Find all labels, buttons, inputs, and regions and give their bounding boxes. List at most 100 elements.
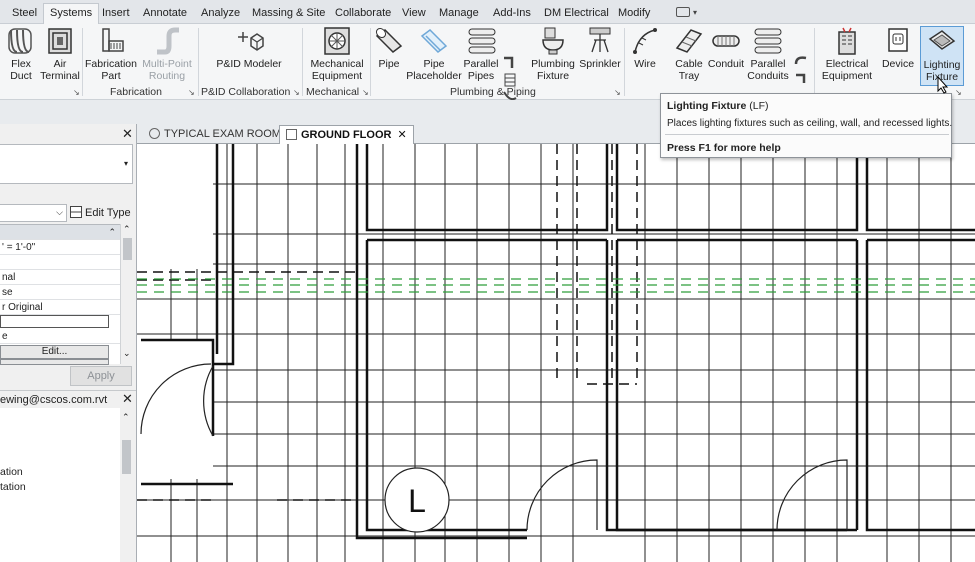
ribbon-tab-bar: Steel Systems Insert Annotate Analyze Ma…: [0, 0, 975, 25]
properties-group-header[interactable]: ⌃: [0, 225, 120, 240]
pid-dialog-launcher-icon[interactable]: ↘: [293, 88, 300, 97]
pipe-icon: [375, 27, 403, 53]
mechanical-dialog-launcher-icon[interactable]: ↘: [362, 88, 369, 97]
parallel-pipes-button[interactable]: Parallel Pipes: [462, 26, 500, 86]
type-selector[interactable]: ▾: [0, 144, 133, 184]
properties-scrollbar[interactable]: ⌃ ⌄: [120, 224, 133, 364]
scrollbar-thumb[interactable]: [123, 238, 132, 260]
wire-icon: [633, 28, 657, 54]
edit-type-label: Edit Type: [85, 207, 131, 219]
cable-tray-fitting-icon[interactable]: [793, 72, 809, 86]
multi-point-routing-button[interactable]: Multi-Point Routing: [138, 26, 196, 86]
plumbing-dialog-launcher-icon[interactable]: ↘: [614, 88, 621, 97]
parallel-conduits-icon: [754, 28, 782, 54]
edit-button-partial[interactable]: [0, 359, 109, 365]
panel-toggle-icon[interactable]: [676, 7, 690, 17]
parallel-conduits-button[interactable]: Parallel Conduits: [746, 26, 790, 86]
device-button[interactable]: Device: [878, 26, 918, 86]
property-input[interactable]: [0, 315, 109, 328]
project-browser-title: ewing@cscos.com.rvt: [0, 390, 136, 408]
properties-palette: ✕ ▾ ⌵ Edit Type ⌃ ' = 1'-0" nal se r Ori…: [0, 124, 137, 562]
pipe-placeholder-button[interactable]: Pipe Placeholder: [406, 26, 462, 86]
close-project-browser-icon[interactable]: ✕: [122, 391, 133, 407]
mechanical-equipment-button[interactable]: Mechanical Equipment: [306, 26, 368, 86]
tab-massing-site[interactable]: Massing & Site: [246, 4, 331, 24]
collapse-icon[interactable]: ⌃: [108, 225, 116, 239]
group-label-mechanical: Mechanical: [306, 86, 360, 98]
fabrication-dialog-launcher-icon[interactable]: ↘: [188, 88, 195, 97]
plumbing-fixture-icon: [542, 27, 564, 55]
conduit-fitting-icon[interactable]: [793, 54, 809, 68]
electrical-equipment-icon: [838, 27, 856, 55]
tab-annotate[interactable]: Annotate: [137, 4, 193, 24]
tree-item[interactable]: ation: [0, 466, 23, 478]
tab-systems[interactable]: Systems: [43, 3, 100, 25]
tab-manage[interactable]: Manage: [433, 4, 485, 24]
device-label: Device: [881, 58, 915, 70]
tooltip-help: Press F1 for more help: [667, 142, 781, 154]
edit-type-icon: [70, 206, 82, 218]
group-separator: [198, 28, 199, 96]
hvac-dialog-launcher-icon[interactable]: ↘: [73, 88, 80, 97]
apply-button[interactable]: Apply: [70, 366, 132, 386]
dropdown-arrow-icon[interactable]: ▾: [693, 8, 697, 17]
air-terminal-button[interactable]: Air Terminal: [38, 26, 82, 86]
property-scale[interactable]: ' = 1'-0": [0, 240, 120, 255]
properties-table: ⌃ ' = 1'-0" nal se r Original e Edit...: [0, 224, 120, 365]
air-terminal-label: Air Terminal: [40, 58, 80, 82]
property-row[interactable]: e: [0, 329, 120, 344]
project-browser-scrollbar[interactable]: ⌃: [120, 408, 133, 562]
tab-insert[interactable]: Insert: [96, 4, 136, 24]
type-selector-arrow-icon[interactable]: ▾: [124, 159, 128, 168]
cable-tray-button[interactable]: Cable Tray: [672, 26, 706, 86]
electrical-dialog-launcher-icon[interactable]: ↘: [955, 88, 962, 97]
pid-modeler-button[interactable]: P&ID Modeler: [212, 26, 286, 86]
property-row[interactable]: nal: [0, 270, 120, 285]
plumbing-fixture-button[interactable]: Plumbing Fixture: [528, 26, 578, 86]
view-tab-ground-floor[interactable]: GROUND FLOOR ✕: [279, 125, 414, 144]
tab-analyze[interactable]: Analyze: [195, 4, 246, 24]
tab-dm-electrical[interactable]: DM Electrical: [538, 4, 615, 24]
tab-modify[interactable]: Modify: [612, 4, 656, 24]
conduit-label: Conduit: [707, 58, 745, 70]
scroll-up-icon[interactable]: ⌃: [123, 224, 131, 235]
tab-collaborate[interactable]: Collaborate: [329, 4, 397, 24]
group-label-pid-collaboration: P&ID Collaboration: [201, 86, 291, 98]
green-reference-lines: [137, 278, 975, 293]
cable-tray-label: Cable Tray: [675, 58, 703, 82]
tooltip-shortcut: (LF): [749, 100, 769, 112]
wire-label: Wire: [634, 58, 656, 70]
scrollbar-thumb[interactable]: [122, 440, 131, 474]
fabrication-part-button[interactable]: Fabrication Part: [84, 26, 138, 86]
multi-point-routing-label: Multi-Point Routing: [142, 58, 192, 82]
floor-plan-icon: [286, 129, 297, 140]
view-3d-icon: [149, 128, 160, 139]
sprinkler-button[interactable]: Sprinkler: [578, 26, 622, 86]
scroll-up-icon[interactable]: ⌃: [122, 412, 130, 423]
property-row[interactable]: se: [0, 285, 120, 300]
conduit-button[interactable]: Conduit: [706, 26, 746, 86]
flex-duct-button[interactable]: Flex Duct: [2, 26, 40, 86]
wire-button[interactable]: Wire: [628, 26, 662, 86]
edit-button[interactable]: Edit...: [0, 345, 109, 359]
electrical-equipment-button[interactable]: Electrical Equipment: [818, 26, 876, 86]
edit-type-button[interactable]: Edit Type: [70, 204, 131, 222]
instance-filter-dropdown[interactable]: ⌵: [0, 204, 67, 222]
pipe-button[interactable]: Pipe: [372, 26, 406, 86]
chevron-down-icon: ⌵: [56, 207, 63, 217]
scroll-down-icon[interactable]: ⌄: [123, 348, 131, 359]
pipe-fitting-icon[interactable]: [502, 54, 518, 70]
tab-add-ins[interactable]: Add-Ins: [487, 4, 537, 24]
floor-plan-drawing[interactable]: L: [137, 144, 975, 562]
group-separator: [814, 28, 815, 96]
tab-view[interactable]: View: [396, 4, 432, 24]
tab-steel[interactable]: Steel: [6, 4, 43, 24]
pipe-label: Pipe: [378, 58, 400, 70]
close-tab-icon[interactable]: ✕: [397, 129, 406, 141]
drawing-area[interactable]: L: [137, 144, 975, 562]
property-row[interactable]: r Original: [0, 300, 120, 315]
close-properties-icon[interactable]: ✕: [122, 126, 133, 142]
cable-tray-icon: [675, 29, 703, 53]
view-tab-typical-exam-room[interactable]: TYPICAL EXAM ROOM: [143, 125, 287, 144]
tree-item[interactable]: tation: [0, 481, 26, 493]
